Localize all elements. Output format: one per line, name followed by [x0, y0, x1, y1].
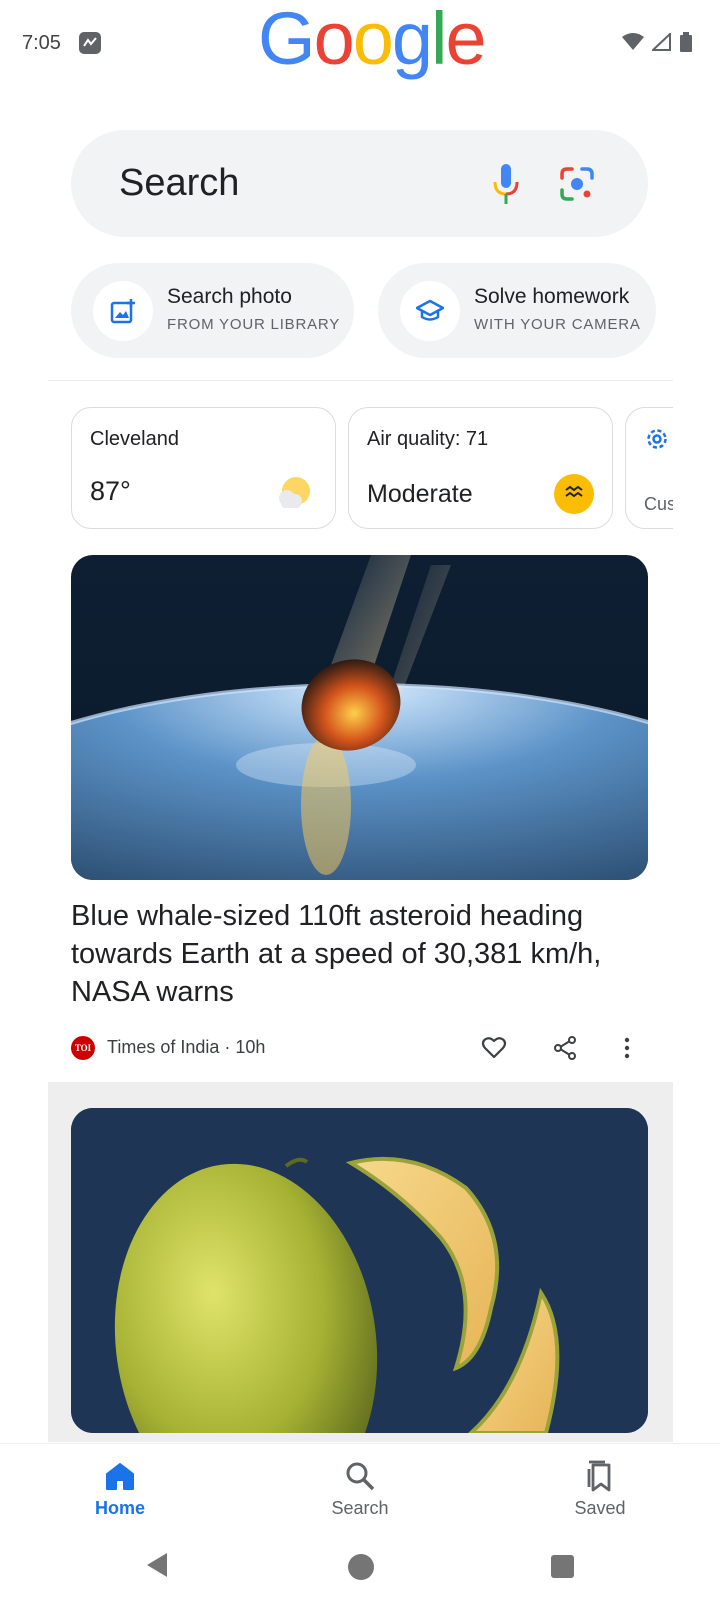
customize-card[interactable]: Cus [625, 407, 673, 529]
nav-search-label: Search [331, 1498, 389, 1518]
partly-sunny-icon [279, 477, 310, 508]
signal-icon [652, 33, 671, 51]
logo-letter-l: l [431, 0, 448, 80]
search-icon [346, 1462, 375, 1491]
weather-location: Cleveland [90, 428, 179, 450]
bookmarks-icon [587, 1460, 611, 1492]
logo-letter-g: G [258, 0, 316, 80]
recents-icon[interactable] [551, 1555, 574, 1578]
google-logo: Google [258, 0, 487, 80]
nav-home-label: Home [94, 1498, 145, 1518]
customize-label: Cus [644, 494, 673, 514]
home-button-icon[interactable] [348, 1554, 374, 1580]
mic-icon[interactable] [491, 164, 521, 206]
search-input[interactable]: Search [119, 162, 239, 205]
back-icon[interactable] [145, 1551, 169, 1579]
nav-saved-label: Saved [574, 1498, 626, 1518]
weather-temperature: 87° [90, 476, 131, 506]
air-quality-card[interactable]: Air quality: 71 Moderate [348, 407, 613, 529]
info-cards-strip[interactable]: Cleveland 87° Air quality: 71 Moderate C… [48, 405, 673, 533]
system-nav-bar [0, 1533, 720, 1600]
air-quality-label: Air quality: 71 [367, 428, 489, 450]
heart-icon[interactable] [481, 1036, 507, 1060]
logo-letter-e: e [445, 0, 486, 80]
logo-letter-o2: o [352, 0, 394, 80]
solve-homework-chip[interactable]: Solve homework WITH YOUR CAMERA [378, 263, 656, 358]
bottom-nav: Home Search Saved [0, 1443, 720, 1533]
article-image-asteroid[interactable] [71, 555, 648, 880]
source-logo: TOI [71, 1036, 95, 1060]
status-time: 7:05 [22, 32, 61, 54]
chip-subtitle: FROM YOUR LIBRARY [167, 316, 341, 333]
melon-image[interactable] [71, 1108, 648, 1433]
logo-letter-o1: o [313, 0, 355, 80]
chip-title: Search photo [167, 285, 292, 308]
logo-letter-g2: g [391, 0, 433, 80]
more-vert-icon[interactable] [623, 1036, 631, 1060]
wind-icon [554, 474, 594, 514]
search-photo-chip[interactable]: Search photo FROM YOUR LIBRARY [71, 263, 354, 358]
home-icon [106, 1463, 134, 1490]
article-title[interactable]: Blue whale-sized 110ft asteroid heading … [71, 897, 661, 1011]
weather-card[interactable]: Cleveland 87° [71, 407, 336, 529]
source-name: Times of India · 10h [107, 1037, 266, 1057]
lens-icon[interactable] [559, 166, 595, 202]
battery-icon [680, 32, 692, 52]
article-source-row: TOI Times of India · 10h [71, 1034, 661, 1064]
add-photo-icon [93, 281, 153, 341]
share-icon[interactable] [553, 1036, 577, 1060]
search-bar[interactable]: Search [71, 130, 648, 237]
chip-subtitle: WITH YOUR CAMERA [474, 316, 641, 333]
wifi-icon [622, 33, 644, 50]
nav-home[interactable]: Home [60, 1444, 180, 1534]
air-quality-level: Moderate [367, 480, 473, 508]
activity-icon [79, 32, 101, 54]
gear-icon [647, 429, 667, 449]
nav-saved[interactable]: Saved [540, 1444, 660, 1534]
graduation-cap-icon [400, 281, 460, 341]
nav-search[interactable]: Search [300, 1444, 420, 1534]
divider [48, 380, 673, 381]
chip-title: Solve homework [474, 285, 630, 308]
